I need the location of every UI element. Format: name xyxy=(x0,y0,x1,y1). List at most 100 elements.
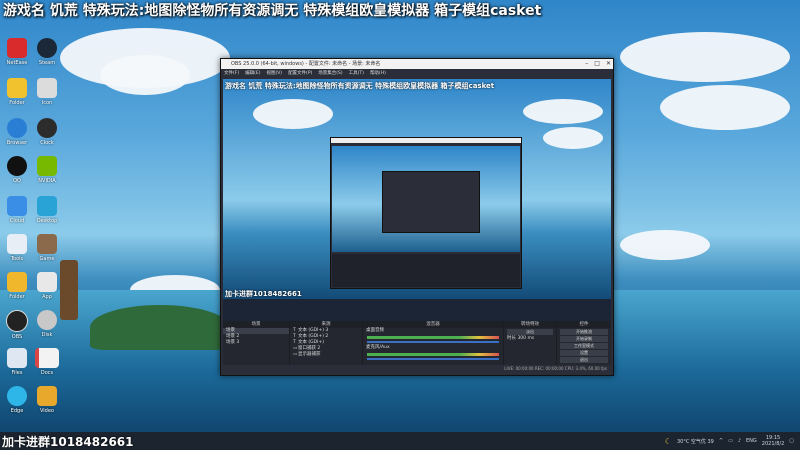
menu-profile[interactable]: 配置文件(P) xyxy=(288,69,312,78)
desktop-icon[interactable]: Folder xyxy=(2,272,32,300)
clock-date: 2021/8/2 xyxy=(761,441,785,447)
desktop-icon[interactable]: Disk xyxy=(32,310,62,338)
duration-row: 时长 300 ms xyxy=(504,336,556,342)
cloud-icon xyxy=(7,196,27,216)
chevron-up-icon[interactable]: ^ xyxy=(719,438,723,444)
game-icon xyxy=(37,234,57,254)
settings-button[interactable]: 设置 xyxy=(560,350,608,356)
volume-icon[interactable]: ♪ xyxy=(738,438,741,444)
obs-title-bar[interactable]: OBS 25.0.0 (64-bit, windows) - 配置文件: 未命名… xyxy=(221,59,613,69)
duration-input[interactable]: 300 ms xyxy=(517,336,534,341)
clock-icon xyxy=(37,118,57,138)
notification-icon[interactable]: ▢ xyxy=(789,438,794,444)
desktop-app-icon xyxy=(37,196,57,216)
mixer-channel-label: 桌面音频 xyxy=(366,328,384,333)
scenes-header: 场景 xyxy=(223,321,289,328)
mixer-header: 混音器 xyxy=(363,321,503,328)
cloud xyxy=(253,99,333,129)
duration-label: 时长 xyxy=(507,336,516,341)
taskbar-caption: 加卡进群1018482661 xyxy=(2,434,134,449)
source-item[interactable]: ▭显示器捕获 xyxy=(290,352,362,358)
obs-window[interactable]: OBS 25.0.0 (64-bit, windows) - 配置文件: 未命名… xyxy=(220,58,614,376)
preview-desktop-capture: 游戏名 饥荒 特殊玩法:地图除怪物所有资源调无 特殊模组欧皇模拟器 箱子模组ca… xyxy=(223,79,611,299)
desktop-icon[interactable]: App xyxy=(32,272,62,300)
menu-scene-collection[interactable]: 场景集合(S) xyxy=(318,69,342,78)
desktop-icon[interactable]: Clock xyxy=(32,118,62,146)
desktop-icon[interactable]: NVIDIA xyxy=(32,156,62,184)
desktop-icon[interactable]: Steam xyxy=(32,38,62,66)
mixer-panel: 混音器 桌面音频 麦克风/Aux xyxy=(363,321,503,365)
minimize-icon[interactable]: – xyxy=(585,59,588,69)
transition-type-select[interactable]: 淡出 xyxy=(507,329,553,335)
clock[interactable]: 19:15 2021/8/2 xyxy=(762,435,784,447)
exit-button[interactable]: 退出 xyxy=(560,357,608,363)
desktop-audio-meter xyxy=(367,336,499,339)
nested-obs-window-2 xyxy=(382,171,480,233)
obs-dock-panels: 场景 场景 场景 2 场景 3 来源 T 文本 (GDI+) 3 T 文本 (GDI… xyxy=(223,321,611,365)
video-icon xyxy=(37,386,57,406)
desktop-icon[interactable]: Files xyxy=(2,348,32,376)
obs-window-title: OBS 25.0.0 (64-bit, windows) - 配置文件: 未命名… xyxy=(231,61,381,67)
menu-view[interactable]: 视图(V) xyxy=(266,69,282,78)
sources-panel: 来源 T 文本 (GDI+) 3 T 文本 (GDI+) 2 T 文本 (GDI+) … xyxy=(290,321,362,365)
controls-panel: 控件 开始推流 开始录制 工作室模式 设置 退出 xyxy=(557,321,611,365)
qq-icon xyxy=(7,156,27,176)
cloud xyxy=(620,230,710,260)
desktop-audio-slider[interactable] xyxy=(367,341,499,343)
menu-tools[interactable]: 工具(T) xyxy=(349,69,364,78)
desktop-icon[interactable]: Cloud xyxy=(2,196,32,224)
desktop-icon[interactable]: Game xyxy=(32,234,62,262)
obs-status-bar: LIVE: 00:00:00 REC: 00:00:00 CPU: 3.4%, … xyxy=(223,365,611,373)
nested-preview xyxy=(332,146,520,252)
system-tray: ☾ 30°C 空气优 39 ^ ▭ ♪ ENG 19:15 2021/8/2 ▢ xyxy=(665,432,794,450)
folder-icon xyxy=(7,272,27,292)
mic-audio-slider[interactable] xyxy=(367,358,499,360)
menu-help[interactable]: 帮助(H) xyxy=(370,69,386,78)
menu-file[interactable]: 文件(F) xyxy=(224,69,239,78)
desktop-icon[interactable]: Browser xyxy=(2,118,32,146)
nvidia-icon xyxy=(37,156,57,176)
preview-caption: 加卡进群1018482661 xyxy=(225,290,302,298)
browser-icon xyxy=(7,118,27,138)
maximize-icon[interactable]: □ xyxy=(594,59,600,69)
app-icon xyxy=(37,78,57,98)
steam-icon xyxy=(37,38,57,58)
mic-audio-meter xyxy=(367,353,499,356)
desktop-icon[interactable]: Video xyxy=(32,386,62,414)
desktop-icon[interactable]: Desktop xyxy=(32,196,62,224)
files-icon xyxy=(7,348,27,368)
disk-icon xyxy=(37,310,57,330)
desktop-icon[interactable]: Edge xyxy=(2,386,32,414)
close-icon[interactable]: ✕ xyxy=(606,59,611,69)
cloud xyxy=(100,55,190,95)
controls-header: 控件 xyxy=(557,321,611,328)
netease-icon xyxy=(7,38,27,58)
language-indicator[interactable]: ENG xyxy=(746,438,757,444)
menu-edit[interactable]: 编辑(E) xyxy=(245,69,260,78)
island xyxy=(60,260,78,320)
network-icon[interactable]: ▭ xyxy=(728,438,733,444)
weather-text[interactable]: 30°C 空气优 39 xyxy=(677,438,714,445)
start-recording-button[interactable]: 开始录制 xyxy=(560,336,608,342)
scenes-panel: 场景 场景 场景 2 场景 3 xyxy=(223,321,289,365)
cloud xyxy=(543,127,603,149)
desktop-icon[interactable]: OBS xyxy=(2,310,32,340)
app-icon xyxy=(37,272,57,292)
studio-mode-button[interactable]: 工作室模式 xyxy=(560,343,608,349)
desktop-icon[interactable]: QQ xyxy=(2,156,32,184)
obs-menu-bar: 文件(F) 编辑(E) 视图(V) 配置文件(P) 场景集合(S) 工具(T) … xyxy=(221,69,613,78)
desktop-icon[interactable]: Docs xyxy=(32,348,62,376)
docs-icon xyxy=(35,348,59,368)
moon-icon: ☾ xyxy=(664,436,672,446)
obs-preview[interactable]: 游戏名 饥荒 特殊玩法:地图除怪物所有资源调无 特殊模组欧皇模拟器 箱子模组ca… xyxy=(223,79,611,361)
scene-item[interactable]: 场景 3 xyxy=(223,340,289,346)
desktop-icon[interactable]: NetEase xyxy=(2,38,32,66)
desktop-icon[interactable]: Icon xyxy=(32,78,62,106)
tools-icon xyxy=(7,234,27,254)
desktop-icon[interactable]: Tools xyxy=(2,234,32,262)
nested-title-bar xyxy=(331,138,521,143)
desktop-icon[interactable]: Folder xyxy=(2,78,32,106)
start-streaming-button[interactable]: 开始推流 xyxy=(560,329,608,335)
nested-panels xyxy=(332,254,520,287)
stream-overlay-title: 游戏名 饥荒 特殊玩法:地图除怪物所有资源调无 特殊模组欧皇模拟器 箱子模组ca… xyxy=(3,3,542,19)
